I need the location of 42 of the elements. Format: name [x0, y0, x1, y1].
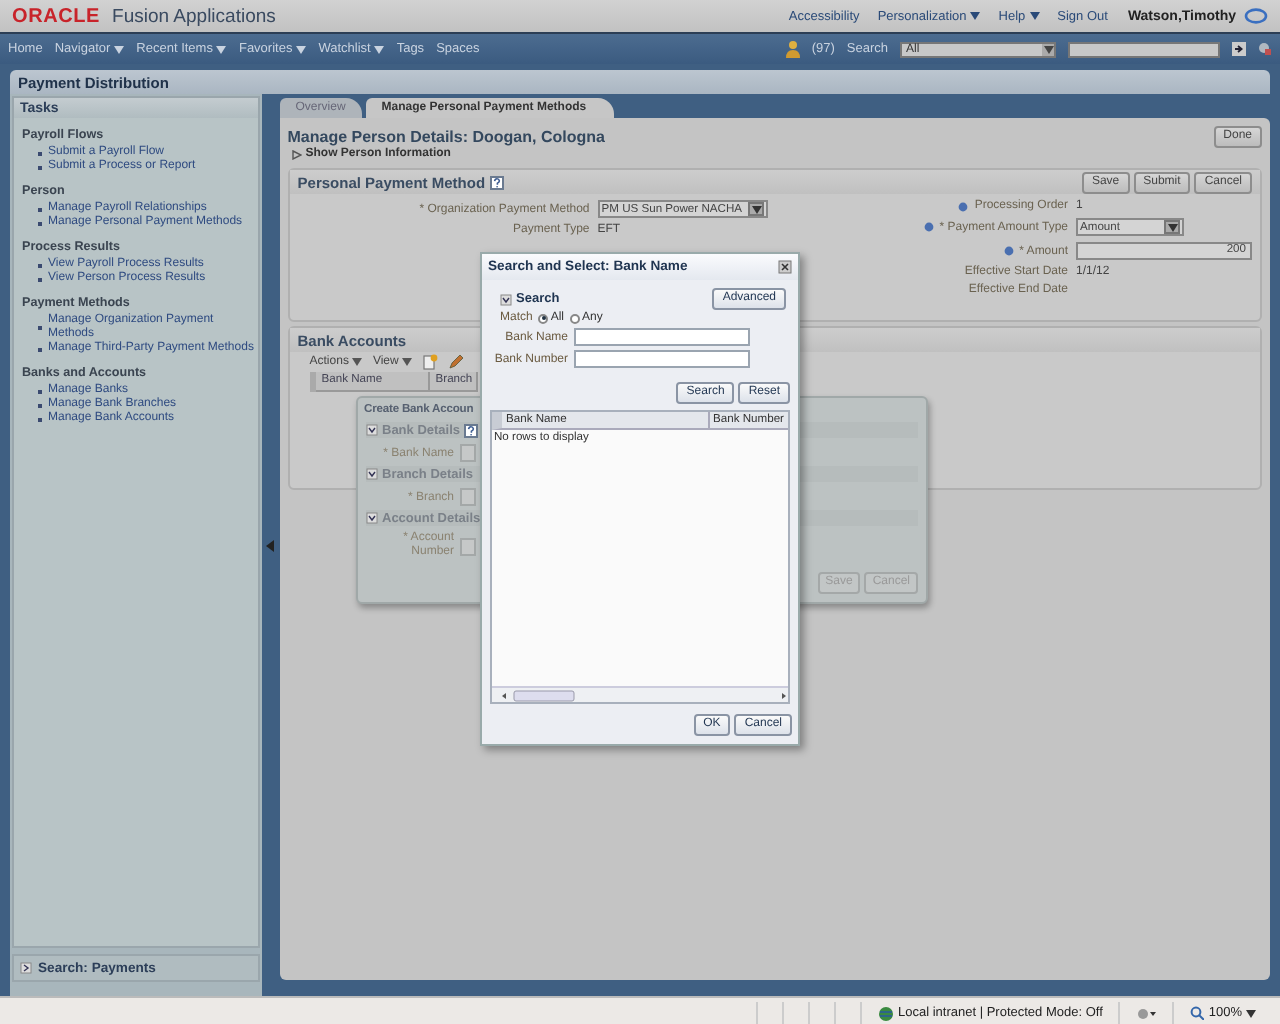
product-name: Fusion Applications — [112, 5, 276, 27]
caret-icon — [114, 45, 125, 53]
input-field[interactable] — [574, 328, 750, 346]
radio-button[interactable] — [538, 313, 549, 323]
help-icon[interactable] — [923, 222, 934, 232]
new-record-icon[interactable] — [422, 354, 439, 370]
radio-button[interactable] — [570, 313, 581, 323]
page-title: Manage Person Details: Doogan, Cologna — [287, 128, 605, 146]
caret-icon — [352, 358, 363, 366]
globe-icon — [878, 1005, 894, 1021]
disclosure-icon[interactable] — [500, 293, 512, 305]
help-icon[interactable] — [464, 423, 479, 437]
caret-icon — [751, 205, 761, 213]
caret-icon — [1167, 223, 1177, 231]
collapse-handle-icon[interactable] — [266, 539, 275, 551]
go-icon[interactable] — [1232, 42, 1246, 56]
caret-icon — [970, 12, 981, 20]
zoom-icon[interactable] — [1190, 1006, 1205, 1020]
ring-icon[interactable] — [1244, 8, 1268, 24]
caret-icon — [374, 45, 385, 53]
input-field[interactable] — [460, 488, 476, 506]
person-icon[interactable] — [785, 40, 800, 58]
caret-icon — [1029, 12, 1040, 20]
close-icon[interactable] — [778, 260, 792, 274]
help-icon[interactable] — [958, 201, 969, 211]
caret-icon — [1043, 45, 1053, 53]
input-field[interactable] — [460, 444, 476, 462]
disclosure-icon[interactable] — [366, 468, 378, 480]
disclosure-icon[interactable] — [366, 512, 378, 524]
caret-icon — [216, 45, 227, 53]
caret-icon — [402, 358, 413, 366]
expand-icon — [20, 962, 32, 974]
oracle-logo: ORACLE — [12, 5, 101, 27]
help-icon[interactable] — [1003, 246, 1014, 256]
disclosure-icon[interactable] — [366, 424, 378, 436]
caret-icon — [296, 45, 307, 53]
input-field[interactable] — [460, 537, 476, 555]
triangle-icon — [291, 149, 302, 159]
help-icon[interactable] — [489, 175, 504, 189]
input-field[interactable] — [574, 350, 750, 368]
caret-icon — [1246, 1009, 1256, 1017]
search-field[interactable] — [1068, 41, 1220, 57]
